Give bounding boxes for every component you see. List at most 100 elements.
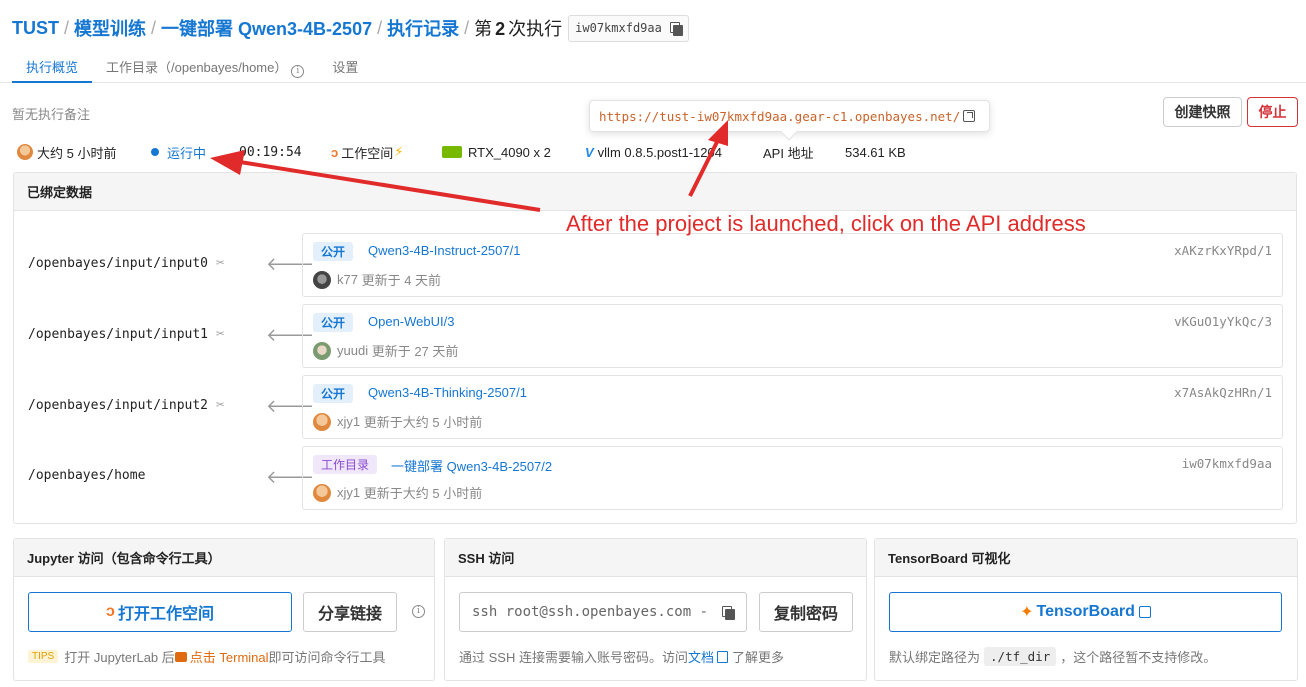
mount-path: /openbayes/input/input1 ✂: [28, 326, 225, 342]
info-icon: i: [291, 65, 305, 78]
workdir-id: iw07kmxfd9aa: [1181, 456, 1272, 471]
bound-data-row: /openbayes/home 🡐 工作目录 一键部署 Qwen3-4B-250…: [14, 446, 1296, 510]
tensorflow-icon: ✦: [1020, 604, 1034, 621]
bound-data-row: /openbayes/input/input0 ✂ 🡐 公开 Qwen3-4B-I…: [14, 233, 1296, 297]
unlink-icon[interactable]: ✂: [216, 326, 224, 342]
breadcrumb-separator: /: [151, 17, 157, 38]
api-url-tooltip: https://tust-iw07kmxfd9aa.gear-c1.openba…: [589, 100, 990, 141]
external-link-icon[interactable]: [963, 110, 976, 122]
unlink-icon[interactable]: ✂: [216, 255, 224, 271]
vllm-icon: V: [585, 144, 594, 160]
breadcrumb-records[interactable]: 执行记录: [387, 15, 459, 41]
open-workspace-button[interactable]: ↄ 打开工作空间: [28, 592, 292, 632]
page-title: 第 2 次执行: [474, 19, 563, 39]
dataset-id: xAKzrKxYRpd/1: [1174, 243, 1272, 258]
dataset-link[interactable]: Qwen3-4B-Thinking-2507/1: [368, 385, 527, 400]
card-meta: yuudi 更新于 27 天前: [313, 341, 458, 360]
tensorboard-panel: TensorBoard 可视化 ✦ TensorBoard 默认绑定路径为 ./…: [874, 538, 1298, 681]
doc-icon: [716, 650, 728, 663]
ssh-command-field[interactable]: ssh root@ssh.openbayes.com -: [459, 592, 747, 632]
docs-link[interactable]: 文档: [688, 647, 714, 666]
breadcrumb-org[interactable]: TUST: [12, 18, 59, 39]
bound-data-row: /openbayes/input/input1 ✂ 🡐 公开 Open-WebUI…: [14, 304, 1296, 368]
jupyter-tips: TIPS 打开 JupyterLab 后 点击 Terminal 即可访问命令行…: [28, 647, 386, 666]
tab-workdir[interactable]: 工作目录（/openbayes/home） i: [92, 48, 318, 83]
stop-button[interactable]: 停止: [1247, 97, 1298, 127]
share-link-button[interactable]: 分享链接: [303, 592, 397, 632]
card-meta: xjy1 更新于大约 5 小时前: [313, 483, 482, 502]
run-id: iw07kmxfd9aa: [575, 21, 662, 35]
jupyter-icon: ↄ: [106, 603, 115, 620]
visibility-badge: 公开: [313, 242, 354, 261]
panel-title: 已绑定数据: [14, 173, 1296, 211]
jupyter-icon: ↄ: [331, 144, 339, 160]
tensorboard-button[interactable]: ✦ TensorBoard: [889, 592, 1282, 632]
storage-size: 534.61 KB: [845, 144, 906, 160]
panel-title: SSH 访问: [445, 539, 866, 577]
started-time: 大约 5 小时前: [17, 143, 116, 162]
annotation-text: After the project is launched, click on …: [566, 211, 1086, 236]
breadcrumb: TUST / 模型训练 / 一键部署 Qwen3-4B-2507 / 执行记录 …: [12, 14, 689, 42]
avatar: [313, 341, 331, 360]
api-address-link[interactable]: API 地址: [763, 143, 814, 162]
terminal-icon: [174, 651, 187, 662]
copy-icon[interactable]: [722, 606, 736, 620]
user-avatar: [17, 144, 33, 160]
visibility-badge: 公开: [313, 384, 354, 403]
avatar: [313, 270, 331, 289]
tab-settings[interactable]: 设置: [318, 48, 372, 83]
visibility-badge: 公开: [313, 313, 354, 332]
duration: 00:19:54: [239, 144, 302, 160]
tab-overview[interactable]: 执行概览: [12, 48, 93, 83]
tips-badge: TIPS: [28, 650, 59, 663]
unlink-icon[interactable]: ✂: [216, 397, 224, 413]
workdir-card: 工作目录 一键部署 Qwen3-4B-2507/2 iw07kmxfd9aa x…: [302, 446, 1283, 510]
mount-path: /openbayes/input/input2 ✂: [28, 397, 225, 413]
dataset-card: 公开 Qwen3-4B-Instruct-2507/1 xAKzrKxYRpd/…: [302, 233, 1283, 297]
ssh-footnote: 通过 SSH 连接需要输入账号密码。访问 文档 了解更多: [459, 647, 784, 666]
copy-icon[interactable]: [669, 21, 683, 36]
bolt-icon: ⚡: [394, 144, 404, 159]
card-meta: k77 更新于 4 天前: [313, 270, 441, 289]
create-snapshot-button[interactable]: 创建快照: [1163, 97, 1242, 127]
breadcrumb-section[interactable]: 模型训练: [74, 15, 146, 41]
breadcrumb-separator: /: [377, 17, 383, 38]
dataset-card: 公开 Qwen3-4B-Thinking-2507/1 x7AsAkQzHRn/…: [302, 375, 1283, 439]
execution-note: 暂无执行备注: [12, 107, 91, 122]
run-id-chip[interactable]: iw07kmxfd9aa: [568, 14, 689, 42]
api-url-link[interactable]: https://tust-iw07kmxfd9aa.gear-c1.openba…: [599, 109, 960, 124]
avatar: [313, 412, 331, 431]
workdir-badge: 工作目录: [313, 455, 378, 474]
status-dot-icon: [151, 148, 159, 156]
dataset-id: x7AsAkQzHRn/1: [1174, 385, 1272, 400]
breadcrumb-separator: /: [464, 17, 470, 38]
tensorboard-footnote: 默认绑定路径为 ./tf_dir ，这个路径暂不支持修改。: [889, 647, 1217, 666]
nvidia-icon: [442, 146, 462, 158]
panel-title: Jupyter 访问（包含命令行工具）: [14, 539, 434, 577]
mount-path: /openbayes/input/input0 ✂: [28, 255, 225, 271]
mount-path: /openbayes/home: [28, 468, 146, 483]
info-icon[interactable]: i: [412, 605, 425, 618]
dataset-link[interactable]: Qwen3-4B-Instruct-2507/1: [368, 243, 520, 258]
ssh-panel: SSH 访问 ssh root@ssh.openbayes.com - 复制密码…: [444, 538, 867, 681]
bound-data-row: /openbayes/input/input2 ✂ 🡐 公开 Qwen3-4B-T…: [14, 375, 1296, 439]
breadcrumb-project[interactable]: 一键部署 Qwen3-4B-2507: [161, 15, 372, 41]
avatar: [313, 483, 331, 502]
dataset-link[interactable]: Open-WebUI/3: [368, 314, 454, 329]
tooltip-arrow: [780, 123, 798, 141]
jupyter-panel: Jupyter 访问（包含命令行工具） ↄ 打开工作空间 分享链接 i TIPS …: [13, 538, 435, 681]
copy-password-button[interactable]: 复制密码: [759, 592, 853, 632]
external-link-icon: [1138, 606, 1151, 618]
image-info: Vvllm 0.8.5.post1-1204: [585, 144, 722, 160]
gpu-info: RTX_4090 x 2: [442, 145, 551, 160]
breadcrumb-separator: /: [64, 17, 70, 38]
workdir-link[interactable]: 一键部署 Qwen3-4B-2507/2: [391, 456, 552, 475]
run-state: 运行中: [151, 143, 206, 162]
dataset-id: vKGuO1yYkQc/3: [1174, 314, 1272, 329]
workspace-link[interactable]: ↄ 工作空间 ⚡: [331, 143, 403, 162]
dataset-card: 公开 Open-WebUI/3 vKGuO1yYkQc/3 yuudi 更新于 …: [302, 304, 1283, 368]
tf-dir-code: ./tf_dir: [984, 647, 1057, 666]
panel-title: TensorBoard 可视化: [875, 539, 1297, 577]
card-meta: xjy1 更新于大约 5 小时前: [313, 412, 482, 431]
tab-bar: 执行概览 工作目录（/openbayes/home） i 设置: [0, 48, 1306, 83]
